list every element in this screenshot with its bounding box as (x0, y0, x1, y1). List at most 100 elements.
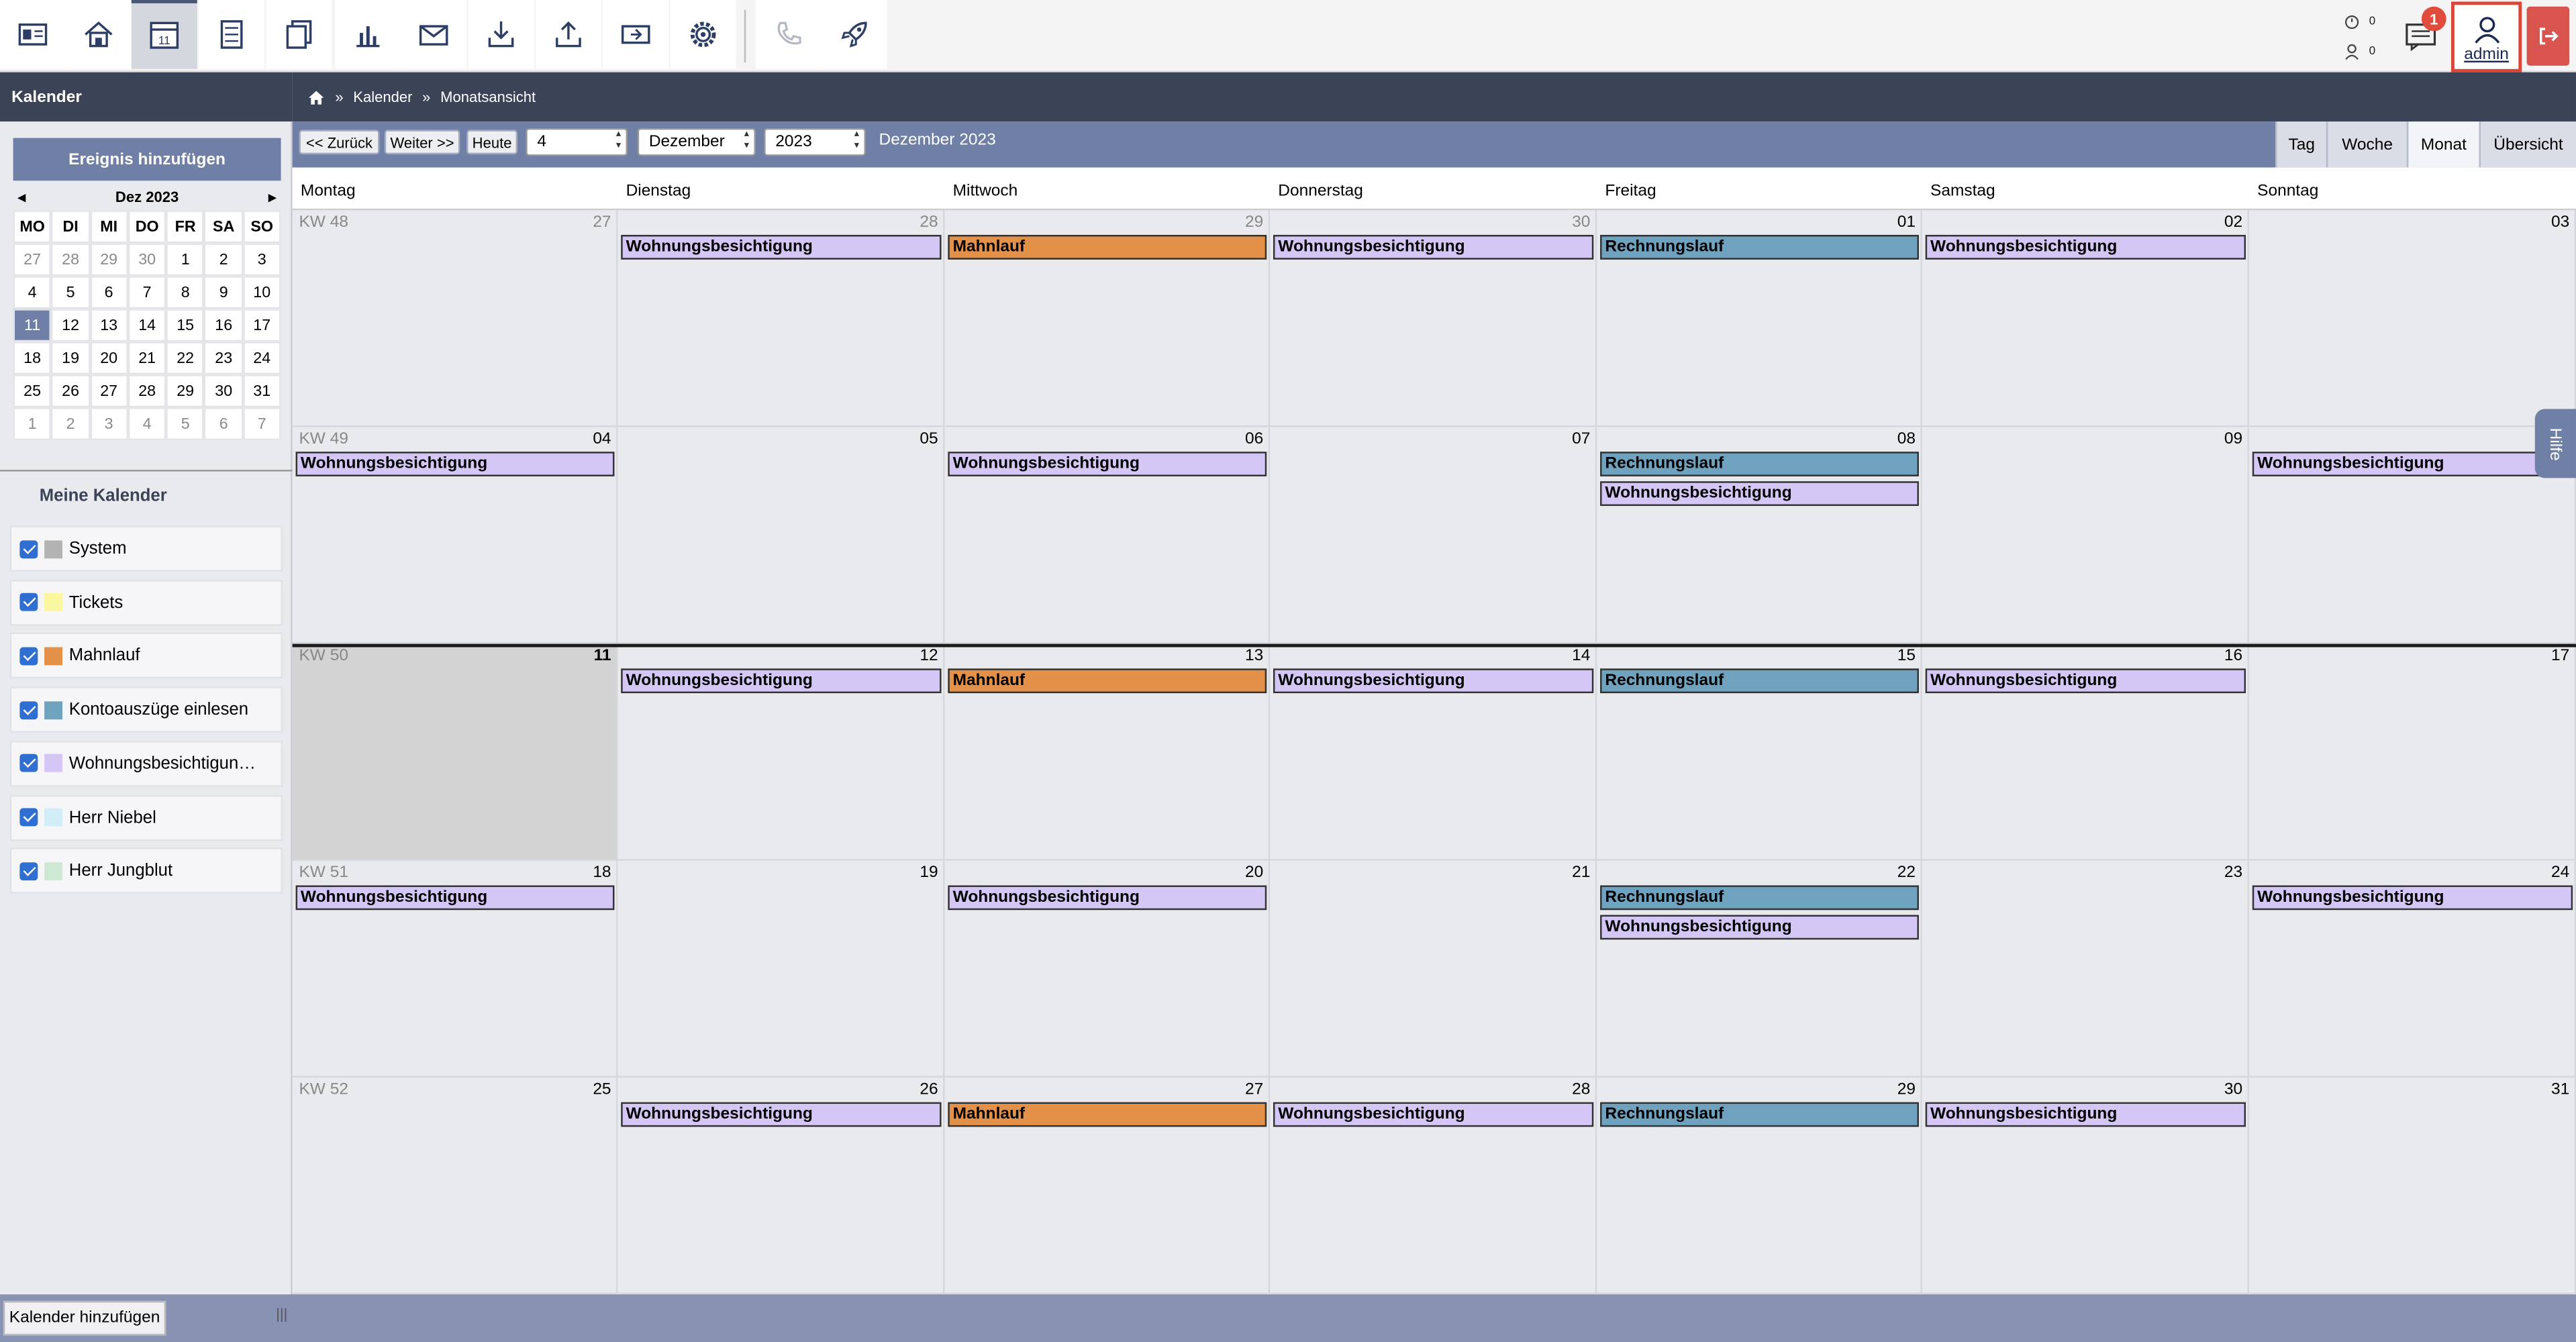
mini-calendar-day[interactable]: 29 (166, 374, 205, 408)
day-number[interactable]: 09 (2224, 430, 2242, 448)
day-number[interactable]: 28 (1572, 1081, 1590, 1099)
calendar-event[interactable]: Wohnungsbesichtigung (1600, 915, 1919, 940)
mini-calendar-next-button[interactable]: ▸ (268, 188, 276, 206)
next-button[interactable]: Weiter >> (384, 130, 460, 155)
calendar-icon[interactable]: 11 (131, 0, 197, 69)
phone-icon[interactable] (755, 0, 822, 69)
logout-button[interactable] (2526, 6, 2570, 66)
checkbox-checked-icon[interactable] (19, 808, 38, 827)
mini-calendar-day[interactable]: 2 (51, 407, 90, 441)
calendar-event[interactable]: Wohnungsbesichtigung (621, 668, 942, 694)
day-number[interactable]: 07 (1572, 430, 1590, 448)
ticket-icon[interactable] (603, 0, 669, 69)
day-number[interactable]: 08 (1897, 430, 1916, 448)
accounting-icon[interactable] (199, 0, 265, 69)
mini-calendar-prev-button[interactable]: ◂ (18, 188, 26, 206)
mini-calendar-day[interactable]: 21 (128, 342, 166, 375)
calendar-event[interactable]: Wohnungsbesichtigung (1925, 668, 2246, 694)
mini-calendar-day[interactable]: 7 (242, 407, 281, 441)
sidebar-resize-handle[interactable]: ||| (276, 1306, 287, 1322)
day-cell[interactable]: 07 (1270, 427, 1597, 644)
mini-calendar-day[interactable]: 7 (128, 276, 166, 309)
settings-icon[interactable] (670, 0, 736, 69)
day-number[interactable]: 30 (2224, 1081, 2242, 1099)
calendar-event[interactable]: Wohnungsbesichtigung (1273, 1102, 1594, 1127)
mini-calendar-day[interactable]: 20 (89, 342, 128, 375)
calendar-event[interactable]: Wohnungsbesichtigung (1273, 668, 1594, 694)
calendar-event[interactable]: Rechnungslauf (1600, 1102, 1919, 1127)
mini-calendar-day[interactable]: 22 (166, 342, 205, 375)
day-number[interactable]: 19 (920, 864, 938, 882)
checkbox-checked-icon[interactable] (19, 593, 38, 612)
day-number[interactable]: 12 (920, 648, 938, 666)
day-number[interactable]: 24 (2551, 864, 2569, 882)
day-cell[interactable]: 17 (2248, 643, 2576, 861)
calendar-event[interactable]: Wohnungsbesichtigung (948, 885, 1267, 911)
day-number[interactable]: 22 (1897, 864, 1916, 882)
day-number[interactable]: 29 (1245, 213, 1263, 231)
mini-calendar-day[interactable]: 13 (89, 309, 128, 342)
calendar-event[interactable]: Wohnungsbesichtigung (621, 1102, 942, 1127)
mini-calendar-day[interactable]: 25 (13, 374, 52, 408)
day-number[interactable]: 15 (1897, 648, 1916, 666)
day-cell[interactable]: 19 (617, 860, 945, 1078)
mini-calendar-day[interactable]: 27 (13, 243, 52, 276)
calendar-event[interactable]: Rechnungslauf (1600, 235, 1919, 260)
calendar-event[interactable]: Rechnungslauf (1600, 452, 1919, 476)
mini-calendar-day[interactable]: 15 (166, 309, 205, 342)
tab-monat[interactable]: Monat (2406, 121, 2479, 168)
mini-calendar-day[interactable]: 14 (128, 309, 166, 342)
day-cell[interactable]: 09 (1922, 427, 2249, 644)
calendar-event[interactable]: Mahnlauf (948, 1102, 1267, 1127)
checkbox-checked-icon[interactable] (19, 647, 38, 666)
mini-calendar-day[interactable]: 10 (242, 276, 281, 309)
day-cell[interactable]: KW 52 25 (292, 1077, 618, 1295)
mini-calendar-day[interactable]: 3 (89, 407, 128, 441)
day-number[interactable]: 31 (2551, 1081, 2569, 1099)
mini-calendar-day[interactable]: 17 (242, 309, 281, 342)
mini-calendar-day[interactable]: 5 (51, 276, 90, 309)
mini-calendar-day[interactable]: 26 (51, 374, 90, 408)
tab-woche[interactable]: Woche (2326, 121, 2407, 168)
calendar-item[interactable]: System (9, 525, 283, 572)
calendar-event[interactable]: Wohnungsbesichtigung (2252, 452, 2573, 476)
contacts-icon[interactable] (0, 0, 66, 69)
calendar-event[interactable]: Rechnungslauf (1600, 885, 1919, 911)
day-number[interactable]: 03 (2551, 213, 2569, 231)
day-number[interactable]: 20 (1245, 864, 1263, 882)
user-account-button[interactable]: admin (2450, 1, 2522, 72)
mini-calendar-day[interactable]: 29 (89, 243, 128, 276)
calendar-event[interactable]: Wohnungsbesichtigung (621, 235, 942, 260)
previous-button[interactable]: << Zurück (299, 130, 380, 155)
day-number[interactable]: 29 (1897, 1081, 1916, 1099)
day-number[interactable]: 11 (594, 648, 611, 666)
breadcrumb-kalender[interactable]: Kalender (353, 89, 412, 105)
mini-calendar-day[interactable]: 1 (166, 243, 205, 276)
day-cell[interactable]: 23 (1922, 860, 2249, 1078)
day-number[interactable]: 26 (920, 1081, 938, 1099)
home-breadcrumb-icon[interactable] (307, 88, 326, 106)
home-icon[interactable] (65, 0, 132, 69)
add-event-button[interactable]: Ereignis hinzufügen (13, 138, 281, 181)
checkbox-checked-icon[interactable] (19, 862, 38, 880)
day-number[interactable]: 13 (1245, 648, 1263, 666)
calendar-item[interactable]: Herr Niebel (9, 794, 283, 841)
day-number[interactable]: 06 (1245, 430, 1263, 448)
calendar-item[interactable]: Kontoauszüge einlesen (9, 686, 283, 733)
mini-calendar-day[interactable]: 23 (204, 342, 243, 375)
day-number[interactable]: 28 (920, 213, 938, 231)
mini-calendar-day[interactable]: 30 (128, 243, 166, 276)
calendar-item[interactable]: Tickets (9, 579, 283, 625)
mini-calendar-day[interactable]: 12 (51, 309, 90, 342)
mini-calendar-day[interactable]: 1 (13, 407, 52, 441)
day-cell[interactable]: 03 (2248, 210, 2576, 427)
rocket-icon[interactable] (821, 0, 887, 69)
status-counter-a[interactable]: 0 (2344, 13, 2375, 32)
status-counter-b[interactable]: 0 (2344, 43, 2375, 61)
day-number[interactable]: 27 (593, 213, 611, 231)
mini-calendar-day[interactable]: 9 (204, 276, 243, 309)
day-cell[interactable]: 31 (2248, 1077, 2576, 1295)
day-cell[interactable]: 05 (617, 427, 945, 644)
day-number[interactable]: 21 (1572, 864, 1590, 882)
mini-calendar-day[interactable]: 28 (128, 374, 166, 408)
